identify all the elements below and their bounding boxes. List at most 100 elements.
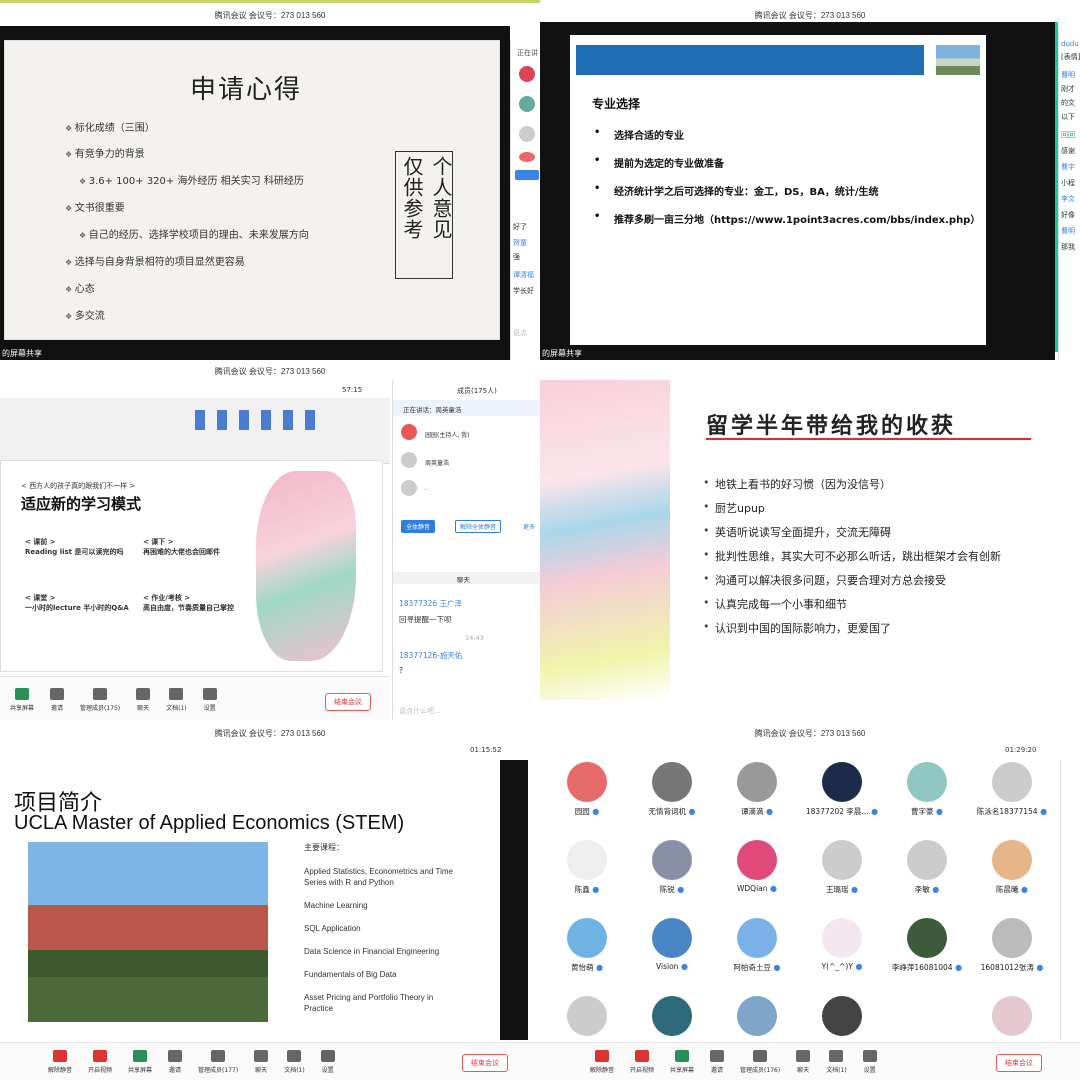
participant-tile[interactable]: 阿帕奇土豆 xyxy=(717,918,797,973)
meeting-timer: 01:29:20 xyxy=(1005,746,1037,754)
manage-members-button[interactable]: 管理成员(177) xyxy=(198,1050,238,1074)
chat-input[interactable]: 说点什么吧... xyxy=(399,706,441,716)
avatar xyxy=(992,762,1032,802)
share-screen-button[interactable]: 共享屏幕 xyxy=(670,1050,694,1074)
bullet: 批判性思维，其实大可不必那么听话，跳出框架才会有创新 xyxy=(703,548,1001,564)
documents-button[interactable]: 文档(1) xyxy=(166,688,187,712)
participant-tile[interactable]: 18377202 李晨... xyxy=(802,762,882,817)
avatar xyxy=(567,996,607,1036)
unmute-all-button[interactable]: 解除全体静音 xyxy=(455,520,502,533)
participant-name: 陈泳名18377154 xyxy=(972,806,1052,817)
invite-button[interactable]: 邀请 xyxy=(710,1050,725,1074)
participant-tile[interactable]: 陈鑫 xyxy=(547,840,627,895)
participant-tile[interactable]: 陈锐 xyxy=(632,840,712,895)
avatar xyxy=(992,840,1032,880)
avatar xyxy=(822,996,862,1036)
unmute-button[interactable]: 解除静音 xyxy=(590,1050,614,1074)
participant-tile[interactable]: 黄怡萌 xyxy=(547,918,627,973)
bullet: 3.6+ 100+ 320+ 海外经历 相关实习 科研经历 xyxy=(79,172,304,187)
participant-tile[interactable]: Vision xyxy=(632,918,712,971)
bullet: 厨艺upup xyxy=(703,500,765,516)
participant-tile[interactable] xyxy=(802,996,882,1040)
participant-tile[interactable]: 曹宇豪 xyxy=(887,762,967,817)
ucla-campus-photo xyxy=(28,842,268,1022)
participant-tile[interactable] xyxy=(632,996,712,1040)
panel-3: 腾讯会议 会议号：273 013 560 57:15 < 西方人的孩子真的跟我们… xyxy=(0,360,540,720)
mute-all-button[interactable]: 全体静音 xyxy=(401,520,436,533)
meeting-title: 腾讯会议 会议号：273 013 560 xyxy=(754,729,866,738)
participant-tile[interactable]: 陈泳名18377154 xyxy=(972,762,1052,817)
start-video-button[interactable]: 开启视频 xyxy=(630,1050,654,1074)
participant-name: 16081012张涛 xyxy=(972,962,1052,973)
participant-name: Vision xyxy=(632,962,712,971)
end-meeting-button[interactable]: 结束会议 xyxy=(462,1054,508,1072)
chat-button[interactable]: 聊天 xyxy=(136,688,151,712)
bullet: 提前为选定的专业做准备 xyxy=(594,155,724,170)
avatar xyxy=(567,840,607,880)
bullet: 心态 xyxy=(65,280,95,295)
participant-tile[interactable] xyxy=(887,996,967,1040)
slide-heading: 专业选择 xyxy=(592,97,641,111)
participant-tile[interactable]: Y(^_^)Y xyxy=(802,918,882,971)
bullet: 标化成绩（三围） xyxy=(65,119,155,134)
avatar xyxy=(907,762,947,802)
participant-tile[interactable] xyxy=(547,996,627,1040)
toolbar: 共享屏幕 邀请 管理成员(175) 聊天 文档(1) 设置 xyxy=(10,688,233,712)
participant-name: 陈晨曦 xyxy=(972,884,1052,895)
participant-tile[interactable]: 陈晨曦 xyxy=(972,840,1052,895)
participant-name: 18377202 李晨... xyxy=(802,806,882,817)
bullet: 英语听说读写全面提升，交流无障碍 xyxy=(703,524,891,540)
bullet: 文书很重要 xyxy=(65,199,125,214)
avatar xyxy=(822,762,862,802)
avatar xyxy=(401,424,417,440)
manage-members-button[interactable]: 管理成员(175) xyxy=(80,688,120,712)
participant-tile[interactable]: 李敏 xyxy=(887,840,967,895)
meeting-title: 腾讯会议 会议号：273 013 560 xyxy=(214,11,326,20)
invite-button[interactable]: 邀请 xyxy=(168,1050,183,1074)
more-button[interactable]: 更多 xyxy=(523,522,535,531)
documents-button[interactable]: 文档(1) xyxy=(284,1050,305,1074)
avatar xyxy=(401,452,417,468)
chat-side-panel: dudu [表情] 曹明 刚才 的文 以下 回回 感谢 曹宇 小程 李文 好像 … xyxy=(1058,30,1080,360)
participant-tile[interactable] xyxy=(972,996,1052,1040)
documents-button[interactable]: 文档(1) xyxy=(826,1050,847,1074)
participant-name: 谭滴滴 xyxy=(717,806,797,817)
chat-input[interactable]: 说点 xyxy=(513,328,527,338)
share-screen-button[interactable]: 共享屏幕 xyxy=(128,1050,152,1074)
participant-name: 无情背词机 xyxy=(632,806,712,817)
settings-button[interactable]: 设置 xyxy=(202,688,217,712)
participant-name: 园园 xyxy=(547,806,627,817)
participant-tile[interactable]: WDQian xyxy=(717,840,797,893)
participant-tile[interactable]: 16081012张涛 xyxy=(972,918,1052,973)
participant-tile[interactable]: 园园 xyxy=(547,762,627,817)
participant-tile[interactable]: 无情背词机 xyxy=(632,762,712,817)
invite-button[interactable]: 邀请 xyxy=(50,688,65,712)
avatar xyxy=(519,152,535,162)
start-video-button[interactable]: 开启视频 xyxy=(88,1050,112,1074)
avatar xyxy=(822,918,862,958)
unmute-button[interactable]: 解除静音 xyxy=(48,1050,72,1074)
participant-tile[interactable]: 谭滴滴 xyxy=(717,762,797,817)
share-screen-button[interactable]: 共享屏幕 xyxy=(10,688,34,712)
manage-members-button[interactable]: 管理成员(176) xyxy=(740,1050,780,1074)
share-label: 的屏幕共享 xyxy=(0,347,44,360)
meeting-title: 腾讯会议 会议号：273 013 560 xyxy=(754,11,866,20)
participant-tile[interactable]: 王璐瑶 xyxy=(802,840,882,895)
participant-tile[interactable]: 李峥萍16081004 xyxy=(887,918,967,973)
avatar xyxy=(992,996,1032,1036)
settings-button[interactable]: 设置 xyxy=(862,1050,877,1074)
bullet: 有竞争力的背景 xyxy=(65,145,145,160)
participant-tile[interactable] xyxy=(717,996,797,1040)
avatar xyxy=(737,996,777,1036)
bullet: 认识到中国的国际影响力，更爱国了 xyxy=(703,620,891,636)
end-meeting-button[interactable]: 结束会议 xyxy=(325,693,371,711)
avatar xyxy=(907,918,947,958)
end-meeting-button[interactable]: 结束会议 xyxy=(996,1054,1042,1072)
bullet: 认真完成每一个小事和细节 xyxy=(703,596,847,612)
slide-title-en: UCLA Master of Applied Economics (STEM) xyxy=(14,812,405,834)
chat-button[interactable]: 聊天 xyxy=(796,1050,811,1074)
avatar xyxy=(567,762,607,802)
campus-photo xyxy=(936,45,980,75)
settings-button[interactable]: 设置 xyxy=(320,1050,335,1074)
chat-button[interactable]: 聊天 xyxy=(254,1050,269,1074)
